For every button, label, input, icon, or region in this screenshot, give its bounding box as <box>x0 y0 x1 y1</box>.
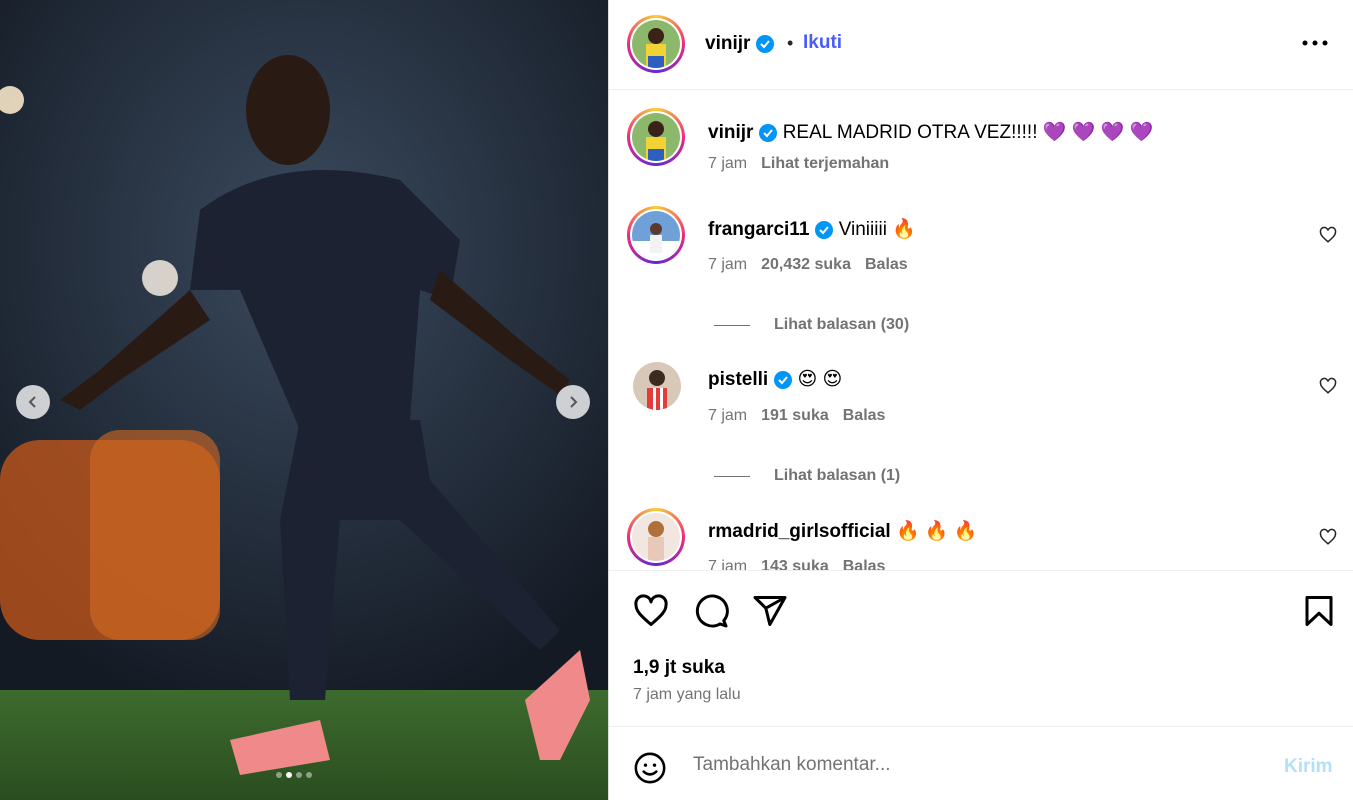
comment-body: 😍 😍 <box>797 369 843 390</box>
post-sidebar: vinijr • Ikuti vinijr REAL MADRID OTRA V… <box>609 0 1353 800</box>
avatar[interactable] <box>627 508 685 566</box>
heart-icon[interactable] <box>1319 226 1337 244</box>
comment-body: 🔥 🔥 🔥 <box>895 521 978 542</box>
more-icon[interactable] <box>1302 32 1328 54</box>
comment-time: 7 jam <box>708 407 748 424</box>
carousel-prev-button[interactable] <box>16 385 50 419</box>
post-comment-button[interactable]: Kirim <box>1284 756 1333 778</box>
caption-username[interactable]: vinijr <box>708 122 753 143</box>
post-header: vinijr • Ikuti <box>609 0 1353 90</box>
share-icon[interactable] <box>752 593 788 629</box>
replies-line <box>714 324 750 326</box>
caption-meta: 7 jam Lihat terjemahan <box>708 155 903 173</box>
comment-icon[interactable] <box>693 593 729 629</box>
bookmark-icon[interactable] <box>1301 593 1337 629</box>
caption-time: 7 jam <box>708 155 748 172</box>
chevron-right-icon <box>570 396 578 408</box>
post-actions: 1,9 jt suka 7 jam yang lalu <box>609 570 1353 726</box>
carousel-dot <box>296 772 302 778</box>
heart-icon[interactable] <box>1319 377 1337 395</box>
carousel-dot-active <box>286 772 292 778</box>
comment-username[interactable]: pistelli <box>708 369 768 390</box>
comment-text: pistelli 😍 😍 <box>708 368 842 391</box>
comment-meta: 7 jam 143 suka Balas <box>708 558 899 570</box>
comment-body: Viniiiii 🔥 <box>838 219 916 240</box>
avatar[interactable] <box>627 15 685 73</box>
view-replies-label[interactable]: Lihat balasan (1) <box>774 467 900 485</box>
comment-time: 7 jam <box>708 558 748 570</box>
reply-button[interactable]: Balas <box>843 407 886 424</box>
follow-button[interactable]: Ikuti <box>803 32 842 54</box>
comment-meta: 7 jam 20,432 suka Balas <box>708 256 922 274</box>
emoji-icon[interactable] <box>633 751 667 785</box>
reply-button[interactable]: Balas <box>865 256 908 273</box>
comment-likes[interactable]: 191 suka <box>761 407 829 424</box>
verified-icon <box>774 370 793 389</box>
comment-composer: Kirim <box>609 726 1353 800</box>
replies-line <box>714 475 750 477</box>
carousel-indicator <box>276 772 312 778</box>
view-replies-button[interactable]: Lihat balasan (30) <box>714 316 909 334</box>
carousel-next-button[interactable] <box>556 385 590 419</box>
comment-likes[interactable]: 20,432 suka <box>761 256 851 273</box>
verified-icon <box>815 220 834 239</box>
heart-icon[interactable] <box>1319 528 1337 546</box>
header-username[interactable]: vinijr <box>705 33 775 55</box>
comment-time: 7 jam <box>708 256 748 273</box>
translate-link[interactable]: Lihat terjemahan <box>761 155 889 172</box>
comment-username[interactable]: rmadrid_girlsofficial <box>708 521 891 542</box>
post-photo <box>0 0 608 800</box>
view-replies-label[interactable]: Lihat balasan (30) <box>774 316 909 334</box>
comment-text: rmadrid_girlsofficial 🔥 🔥 🔥 <box>708 519 977 543</box>
avatar[interactable] <box>627 108 685 166</box>
comment-username[interactable]: frangarci11 <box>708 219 809 240</box>
like-count[interactable]: 1,9 jt suka <box>633 657 725 679</box>
comments-list[interactable]: vinijr REAL MADRID OTRA VEZ!!!!! 💜 💜 💜 💜… <box>609 91 1353 570</box>
reply-button[interactable]: Balas <box>843 558 886 570</box>
verified-icon <box>756 34 775 53</box>
comment-meta: 7 jam 191 suka Balas <box>708 407 899 425</box>
post-media[interactable] <box>0 0 608 800</box>
heart-icon[interactable] <box>633 593 669 629</box>
carousel-dot <box>276 772 282 778</box>
comment-text: frangarci11 Viniiiii 🔥 <box>708 217 916 241</box>
post-time: 7 jam yang lalu <box>633 686 741 703</box>
comment-input[interactable] <box>693 749 1253 781</box>
verified-icon <box>759 123 778 142</box>
caption-body: REAL MADRID OTRA VEZ!!!!! 💜 💜 💜 💜 <box>782 122 1154 143</box>
chevron-left-icon <box>28 396 36 408</box>
avatar[interactable] <box>627 206 685 264</box>
carousel-dot <box>306 772 312 778</box>
separator-dot: • <box>787 33 794 53</box>
caption-text: vinijr REAL MADRID OTRA VEZ!!!!! 💜 💜 💜 💜 <box>708 120 1153 144</box>
comment-likes[interactable]: 143 suka <box>761 558 829 570</box>
avatar[interactable] <box>633 362 681 410</box>
header-username-text[interactable]: vinijr <box>705 33 750 54</box>
view-replies-button[interactable]: Lihat balasan (1) <box>714 467 900 485</box>
